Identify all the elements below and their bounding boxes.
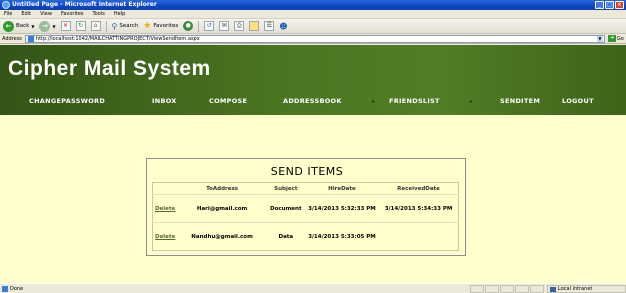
to-address-cell: Hari@gmail.com xyxy=(177,194,267,223)
back-arrow-icon: ← xyxy=(3,20,14,32)
column-header-action xyxy=(153,183,178,195)
subject-cell: Document xyxy=(266,194,305,223)
stop-button[interactable]: × xyxy=(60,21,71,31)
address-label: Address xyxy=(2,35,22,42)
hire-date-cell: 3/14/2013 5:32:33 PM xyxy=(304,194,380,223)
nav-senditem[interactable]: SENDITEM xyxy=(500,97,540,105)
column-header-hiredate: HireDate xyxy=(328,185,356,192)
hire-date-cell: 3/14/2013 5:33:05 PM xyxy=(304,222,380,251)
menu-tools[interactable]: Tools xyxy=(93,11,105,17)
status-pane xyxy=(500,285,514,293)
mail-icon[interactable]: ✉ xyxy=(219,21,230,31)
status-pane xyxy=(485,285,499,293)
favorites-star-icon: ★ xyxy=(143,21,152,31)
site-title: Cipher Mail System xyxy=(8,57,211,80)
forward-arrow-icon: → xyxy=(39,20,51,32)
discuss-icon[interactable]: ☰ xyxy=(264,21,275,31)
address-input[interactable]: http://localhost:1042/MAILCHATTINGPROJEC… xyxy=(24,34,605,43)
zone-label: Local intranet xyxy=(558,286,593,292)
print-icon[interactable]: ⎙ xyxy=(234,21,245,31)
send-items-table: ToAddress Subject HireDate ReceivedDate … xyxy=(152,182,459,251)
go-button[interactable]: ➜ Go xyxy=(607,35,624,42)
forward-dropdown-icon: ▼ xyxy=(52,23,56,29)
security-zone: Local intranet xyxy=(547,285,626,293)
status-pane xyxy=(470,285,484,293)
back-dropdown-icon: ▼ xyxy=(31,23,35,29)
media-icon[interactable]: ● xyxy=(183,21,194,31)
window-controls: _ □ × xyxy=(595,1,624,9)
nav-addressbook[interactable]: ADDRESSBOOK xyxy=(283,97,342,105)
page-icon xyxy=(27,35,34,42)
window-title: Untitled Page - Microsoft Internet Explo… xyxy=(12,1,157,8)
address-bar: Address http://localhost:1042/MAILCHATTI… xyxy=(0,34,626,44)
address-dropdown-icon[interactable]: ▼ xyxy=(596,35,603,42)
browser-toolbar: ← Back ▼ → ▼ × ↻ ⌂ ⚲ Search ★ Favorites … xyxy=(0,19,626,34)
address-url: http://localhost:1042/MAILCHATTINGPROJEC… xyxy=(35,35,200,42)
status-pane xyxy=(515,285,529,293)
favorites-button[interactable]: ★ Favorites xyxy=(143,21,178,31)
status-panes xyxy=(470,285,544,293)
menu-edit[interactable]: Edit xyxy=(21,11,31,17)
folder-icon[interactable] xyxy=(249,21,260,31)
go-label: Go xyxy=(616,35,624,42)
forward-button[interactable]: → ▼ xyxy=(39,20,56,32)
nav-bullet-icon: ▸ xyxy=(372,97,376,105)
close-button[interactable]: × xyxy=(615,1,624,9)
menu-view[interactable]: View xyxy=(40,11,52,17)
site-header: Cipher Mail System CHANGEPASSWORD INBOX … xyxy=(0,45,626,115)
nav-inbox[interactable]: INBOX xyxy=(152,97,177,105)
search-icon: ⚲ xyxy=(111,21,118,31)
column-header-receiveddate: ReceivedDate xyxy=(397,185,440,192)
menu-favorites[interactable]: Favorites xyxy=(61,11,84,17)
menu-help[interactable]: Help xyxy=(114,11,125,17)
favorites-label: Favorites xyxy=(153,23,179,29)
status-pane xyxy=(530,285,544,293)
nav-bullet-icon: ▸ xyxy=(470,97,474,105)
window-titlebar: Untitled Page - Microsoft Internet Explo… xyxy=(0,0,626,10)
column-header-subject: Subject xyxy=(274,185,298,192)
delete-link[interactable]: Delete xyxy=(152,222,178,251)
send-items-panel: SEND ITEMS ToAddress Subject HireDate Re… xyxy=(146,158,466,256)
received-date-cell xyxy=(379,222,459,251)
minimize-button[interactable]: _ xyxy=(595,1,604,9)
nav-compose[interactable]: COMPOSE xyxy=(209,97,247,105)
toolbar-separator xyxy=(198,20,200,32)
subject-cell: Data xyxy=(266,222,305,251)
go-arrow-icon: ➜ xyxy=(607,35,616,42)
search-label: Search xyxy=(119,23,139,29)
table-row: Delete Hari@gmail.com Document 3/14/2013… xyxy=(152,194,459,223)
nav-friendslist[interactable]: FRIENDSLIST xyxy=(389,97,440,105)
delete-link[interactable]: Delete xyxy=(152,194,178,223)
ie-logo-icon xyxy=(2,1,10,9)
to-address-cell: Nandhu@gmail.com xyxy=(177,222,267,251)
back-button[interactable]: ← Back ▼ xyxy=(3,20,35,32)
page-content: Cipher Mail System CHANGEPASSWORD INBOX … xyxy=(0,45,626,283)
menu-file[interactable]: File xyxy=(4,11,12,17)
history-icon[interactable]: ↺ xyxy=(204,21,215,31)
maximize-button[interactable]: □ xyxy=(605,1,614,9)
nav-changepassword[interactable]: CHANGEPASSWORD xyxy=(29,97,105,105)
menu-bar: File Edit View Favorites Tools Help xyxy=(0,10,626,19)
messenger-icon[interactable]: ☻ xyxy=(279,22,287,31)
nav-logout[interactable]: LOGOUT xyxy=(562,97,594,105)
toolbar-separator xyxy=(105,20,107,32)
column-header-toaddress: ToAddress xyxy=(206,185,239,192)
table-row: Delete Nandhu@gmail.com Data 3/14/2013 5… xyxy=(152,222,459,251)
send-items-title: SEND ITEMS xyxy=(270,165,344,178)
refresh-button[interactable]: ↻ xyxy=(75,21,86,31)
back-label: Back xyxy=(16,23,30,29)
search-button[interactable]: ⚲ Search xyxy=(112,22,139,31)
home-button[interactable]: ⌂ xyxy=(90,21,101,31)
received-date-cell: 3/14/2013 5:34:33 PM xyxy=(379,194,459,223)
intranet-icon xyxy=(550,286,556,292)
site-nav: CHANGEPASSWORD INBOX COMPOSE ADDRESSBOOK… xyxy=(0,95,626,107)
status-text: Done xyxy=(10,285,24,292)
page-done-icon xyxy=(2,285,8,292)
table-header-row: ToAddress Subject HireDate ReceivedDate xyxy=(153,183,459,195)
status-bar: Done Local intranet xyxy=(0,283,626,293)
